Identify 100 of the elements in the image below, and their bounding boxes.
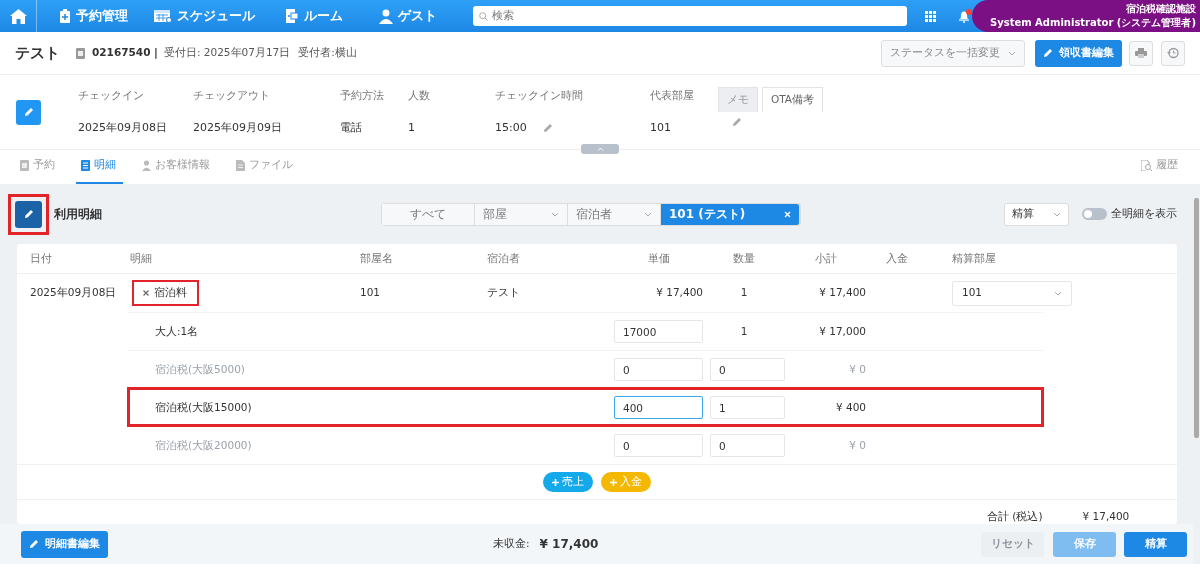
add-sales-button[interactable]: 売上 bbox=[543, 472, 593, 492]
pencil-icon bbox=[29, 539, 39, 549]
nav-item[interactable]: ルーム bbox=[285, 6, 344, 26]
line-item-label: 宿泊税(大阪20000) bbox=[154, 437, 253, 453]
column-header: 入金 bbox=[885, 250, 909, 266]
chevron-down-icon bbox=[1008, 50, 1016, 56]
memo-tab[interactable]: メモ bbox=[718, 87, 758, 112]
settle-button[interactable]: 精算 bbox=[1124, 531, 1187, 557]
user-name[interactable]: System Administrator (システム管理者) bbox=[989, 16, 1196, 30]
section-title: 利用明細 bbox=[54, 206, 102, 223]
toggle-switch[interactable] bbox=[1082, 208, 1107, 220]
facility-name: 宿泊税確認施設 bbox=[1126, 2, 1196, 16]
document-icon bbox=[20, 159, 29, 171]
reset-button[interactable]: リセット bbox=[981, 531, 1044, 557]
table-cell-text: ¥ 17,400 bbox=[655, 285, 703, 301]
reservation-title: テスト bbox=[15, 42, 60, 64]
apps-grid-icon[interactable] bbox=[924, 10, 936, 22]
chevron-up-icon bbox=[596, 147, 604, 151]
status-select[interactable]: ステータスを一括変更 bbox=[881, 39, 1025, 67]
field-value: 101 bbox=[650, 119, 671, 136]
pencil-icon bbox=[23, 209, 34, 219]
tab[interactable]: お客様情報 bbox=[137, 148, 217, 184]
printer-icon bbox=[1135, 48, 1147, 58]
statement-edit-button[interactable]: 明細書編集 bbox=[21, 530, 108, 558]
filter-button[interactable]: すべて bbox=[382, 203, 475, 225]
column-header: 精算部屋 bbox=[952, 250, 996, 266]
scrollbar[interactable] bbox=[1193, 184, 1200, 564]
table-cell-text: ¥ 400 bbox=[834, 399, 866, 415]
home-icon[interactable] bbox=[9, 8, 27, 24]
field-value: 1 bbox=[408, 119, 415, 136]
field-label: 人数 bbox=[408, 88, 431, 104]
field-value: 2025年09月09日 bbox=[193, 119, 282, 136]
calendar-icon bbox=[154, 9, 173, 23]
list-icon bbox=[81, 159, 90, 171]
pencil-icon[interactable] bbox=[732, 117, 742, 128]
save-button[interactable]: 保存 bbox=[1053, 531, 1116, 557]
total-value: ¥ 17,400 bbox=[1082, 509, 1130, 524]
clipboard-icon bbox=[59, 9, 72, 23]
tab[interactable]: 予約 bbox=[15, 148, 62, 184]
table-cell-text: 101 bbox=[360, 285, 382, 301]
table-cell-text: ¥ 17,400 bbox=[818, 285, 866, 301]
chevron-down-icon bbox=[644, 211, 652, 217]
column-header: 数量 bbox=[732, 250, 756, 266]
field-value: 2025年09月08日 bbox=[78, 119, 167, 136]
field-label: チェックイン時間 bbox=[495, 88, 584, 104]
nav-item[interactable]: スケジュール bbox=[154, 6, 256, 26]
edit-button[interactable] bbox=[16, 99, 41, 125]
person-icon bbox=[379, 8, 394, 24]
chevron-down-icon bbox=[551, 211, 559, 217]
reservation-number: 02167540 | bbox=[92, 45, 158, 61]
history-icon bbox=[1167, 47, 1179, 59]
bell-icon[interactable] bbox=[957, 9, 972, 23]
column-header: 小計 bbox=[813, 250, 838, 266]
table-cell-text: ¥ 0 bbox=[848, 437, 866, 453]
quantity-input[interactable]: 0 bbox=[710, 434, 785, 457]
search-input[interactable]: 検索 bbox=[492, 7, 878, 25]
total-label: 合計 (税込) bbox=[987, 509, 1043, 524]
settle-select[interactable]: 精算 bbox=[1004, 202, 1069, 226]
nav-item[interactable]: ゲスト bbox=[379, 6, 438, 26]
quantity-input[interactable]: 1 bbox=[710, 396, 785, 419]
chevron-down-icon bbox=[1053, 211, 1061, 217]
nav-item[interactable]: 予約管理 bbox=[59, 6, 129, 26]
history-button[interactable] bbox=[1161, 40, 1185, 66]
quantity-input[interactable]: 0 bbox=[710, 358, 785, 381]
edit-button[interactable] bbox=[15, 200, 42, 228]
filter-select[interactable]: 宿泊者 bbox=[568, 203, 661, 225]
receipt-edit-button[interactable]: 領収書編集 bbox=[1035, 39, 1122, 67]
column-header: 部屋名 bbox=[360, 250, 394, 266]
tab[interactable]: ファイル bbox=[231, 148, 300, 184]
pencil-icon bbox=[23, 107, 34, 117]
line-item[interactable]: 宿泊料 bbox=[132, 280, 199, 306]
field-value: 15:00 bbox=[495, 119, 527, 136]
print-button[interactable] bbox=[1129, 40, 1153, 66]
unpaid-label: 未収金: bbox=[493, 536, 530, 552]
room-select[interactable]: 101 bbox=[952, 280, 1072, 306]
pencil-icon bbox=[1043, 48, 1053, 58]
door-icon bbox=[285, 9, 300, 23]
price-input[interactable]: 0 bbox=[614, 434, 703, 457]
field-label: 予約方法 bbox=[340, 88, 385, 104]
pencil-icon[interactable] bbox=[542, 122, 553, 133]
file-icon bbox=[236, 159, 245, 171]
close-icon[interactable] bbox=[784, 210, 791, 218]
price-input[interactable]: 17000 bbox=[614, 320, 703, 343]
field-label: チェックイン bbox=[78, 88, 145, 104]
table-cell-text: ¥ 17,000 bbox=[818, 323, 866, 339]
plus-icon bbox=[610, 478, 617, 486]
document-icon bbox=[76, 47, 85, 59]
memo-tab[interactable]: OTA備考 bbox=[762, 87, 824, 112]
search-field[interactable]: 検索 bbox=[473, 6, 907, 26]
person-icon bbox=[142, 159, 151, 171]
filter-chip[interactable]: 101 (テスト) bbox=[661, 203, 800, 225]
filter-select[interactable]: 部屋 bbox=[475, 203, 568, 225]
table-cell-text: テスト bbox=[487, 285, 521, 301]
field-label: チェックアウト bbox=[193, 88, 271, 104]
price-input[interactable]: 0 bbox=[614, 358, 703, 381]
history-link[interactable]: 履歴 bbox=[1136, 148, 1185, 184]
price-input[interactable]: 400 bbox=[614, 396, 703, 419]
line-item-label: 宿泊税(大阪5000) bbox=[154, 361, 246, 377]
remove-icon[interactable] bbox=[143, 290, 149, 296]
table-cell-text: 2025年09月08日 bbox=[29, 285, 118, 301]
